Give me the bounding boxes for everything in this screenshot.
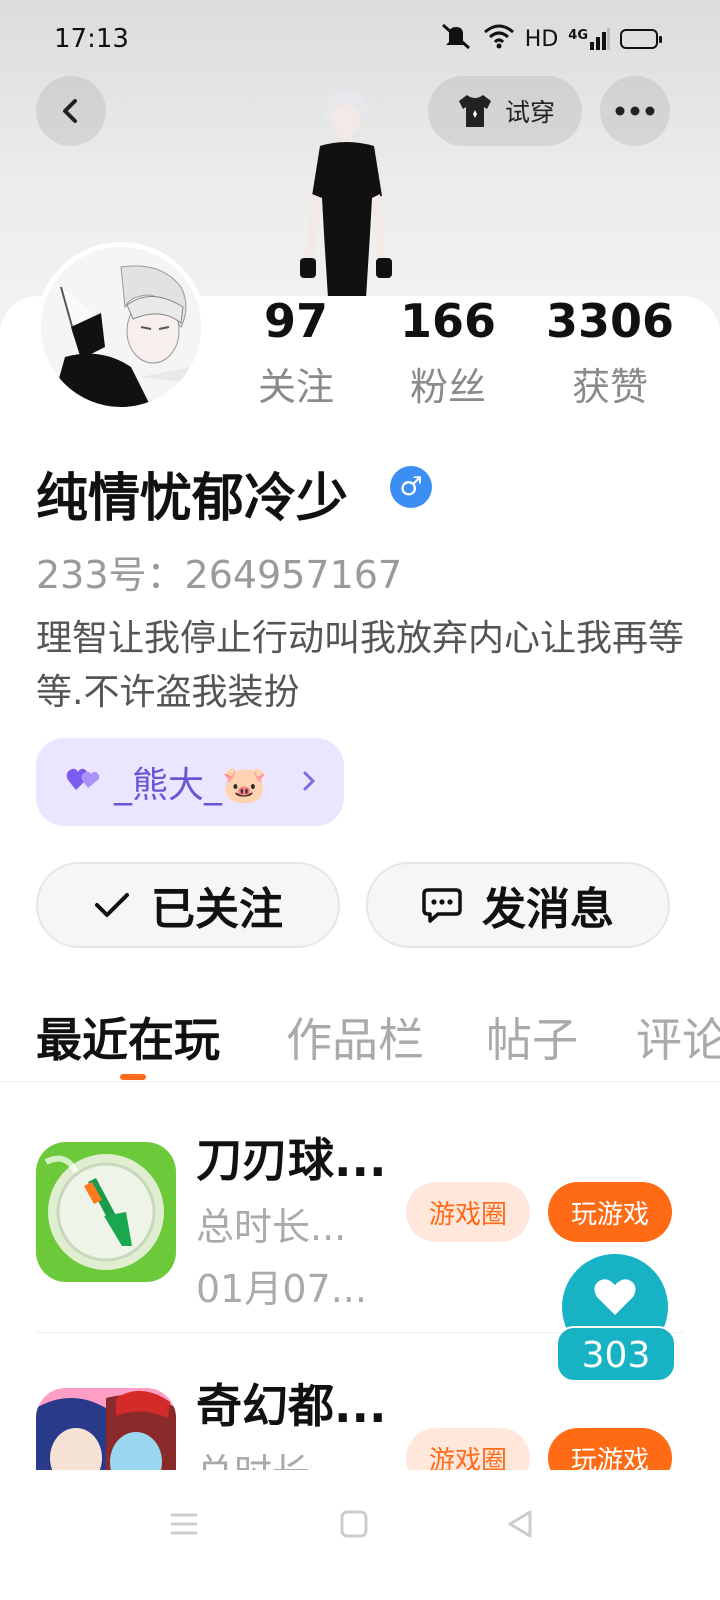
tab-posts[interactable]: 帖子 (486, 1004, 578, 1070)
bond-tag-button[interactable]: _熊大_🐷 (36, 738, 344, 826)
user-bio: 理智让我停止行动叫我放弃内心让我再等等.不许盗我装扮 (36, 618, 685, 713)
double-heart-icon (66, 765, 102, 800)
menu-icon[interactable] (164, 1504, 204, 1544)
chevron-left-icon (63, 99, 77, 123)
user-id[interactable]: 233号：264957167 (36, 544, 402, 599)
followers-count: 166 (399, 294, 497, 348)
chevron-right-icon (301, 766, 317, 799)
followers-label: 粉丝 (409, 365, 486, 409)
battery-icon (620, 29, 662, 49)
game-duration: 总时长... (196, 1205, 347, 1249)
followed-button[interactable]: 已关注 (36, 862, 340, 948)
male-gender-icon: ♂ (390, 466, 432, 508)
active-tab-indicator (120, 1074, 146, 1080)
character-figure (300, 90, 392, 298)
system-nav-bar (0, 1470, 720, 1600)
signal-icon: 4G (568, 28, 610, 50)
followed-label: 已关注 (151, 884, 283, 935)
avatar[interactable] (36, 242, 206, 412)
floating-like-button[interactable]: 303 (556, 1254, 676, 1384)
like-count: 303 (556, 1326, 676, 1382)
home-square-icon[interactable] (334, 1504, 374, 1544)
send-message-label: 发消息 (482, 884, 614, 935)
chat-bubble-icon (422, 888, 462, 923)
tshirt-icon (458, 95, 491, 127)
tab-works[interactable]: 作品栏 (286, 1004, 424, 1070)
try-on-button[interactable]: 试穿 (428, 76, 582, 146)
likes-count: 3306 (545, 294, 675, 348)
bond-tag-name: _熊大_🐷 (114, 765, 267, 806)
status-bar: 17:13 HD 4G (0, 0, 720, 80)
following-count: 97 (263, 294, 328, 348)
more-button[interactable] (600, 76, 670, 146)
more-dots-icon (615, 106, 655, 116)
back-button[interactable] (36, 76, 106, 146)
hd-label: HD (524, 26, 559, 52)
status-icons: HD 4G (439, 22, 662, 56)
mute-icon (439, 22, 473, 56)
avatar-image (41, 247, 201, 407)
following-label: 关注 (257, 365, 334, 409)
game-last-played: 01月07... (196, 1267, 367, 1311)
stat-followers[interactable]: 166 粉丝 (378, 294, 518, 411)
stat-likes[interactable]: 3306 获赞 (540, 294, 680, 411)
game-title: 刀刃球... (196, 1133, 387, 1187)
username: 纯情忧郁冷少 (36, 469, 349, 529)
try-on-label: 试穿 (504, 98, 555, 127)
game-icon-blade-ball (36, 1142, 176, 1282)
tab-divider (0, 1081, 720, 1082)
likes-label: 获赞 (571, 365, 648, 409)
profile-tabs: 最近在玩 作品栏 帖子 评论 (36, 1004, 720, 1084)
checkmark-icon (95, 893, 129, 917)
game-circle-button[interactable]: 游戏圈 (406, 1182, 530, 1242)
tab-recently-played[interactable]: 最近在玩 (36, 1004, 220, 1070)
back-triangle-icon[interactable] (500, 1504, 540, 1544)
play-game-button[interactable]: 玩游戏 (548, 1182, 672, 1242)
wifi-icon (483, 23, 515, 55)
send-message-button[interactable]: 发消息 (366, 862, 670, 948)
game-title: 奇幻都... (196, 1379, 387, 1433)
stat-following[interactable]: 97 关注 (226, 294, 366, 411)
tab-comments[interactable]: 评论 (636, 1004, 720, 1070)
status-time: 17:13 (54, 24, 129, 54)
